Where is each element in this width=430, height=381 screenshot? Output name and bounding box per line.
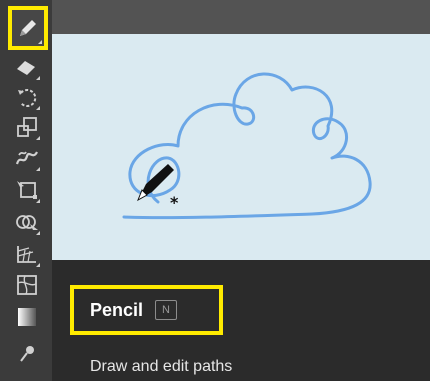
tool-group-indicator: [38, 40, 42, 44]
pencil-tool-button[interactable]: [8, 6, 48, 50]
perspective-grid-tool-button[interactable]: [12, 239, 42, 269]
free-transform-tool-button[interactable]: [12, 175, 42, 205]
eyedropper-icon: [20, 346, 34, 362]
warp-tool-button[interactable]: [12, 143, 42, 173]
tool-tooltip-panel: Pencil N Draw and edit paths: [52, 260, 430, 381]
tool-name: Pencil: [90, 299, 144, 320]
cloud-path: [122, 72, 372, 220]
tool-preview-canvas: *: [52, 34, 430, 260]
shortcut-key-badge: N: [155, 300, 178, 320]
tooltip-title-highlight: Pencil N: [70, 285, 223, 335]
tool-description: Draw and edit paths: [90, 358, 233, 375]
shape-builder-tool-button[interactable]: [12, 207, 42, 237]
top-bar: [52, 0, 430, 34]
gradient-tool-button[interactable]: [12, 302, 42, 332]
pencil-icon: [20, 20, 36, 36]
new-path-asterisk: *: [170, 193, 179, 212]
mesh-tool-button[interactable]: [12, 270, 42, 300]
gradient-icon: [18, 308, 36, 326]
scale-tool-button[interactable]: [12, 112, 42, 142]
cloud-drawing: *: [122, 72, 372, 220]
tools-panel: [0, 0, 52, 381]
mesh-icon: [17, 275, 37, 295]
eraser-icon: [17, 61, 35, 75]
eraser-tool-button[interactable]: [12, 52, 42, 82]
partial-tool-button[interactable]: [12, 336, 42, 366]
rotate-tool-button[interactable]: [12, 82, 42, 112]
